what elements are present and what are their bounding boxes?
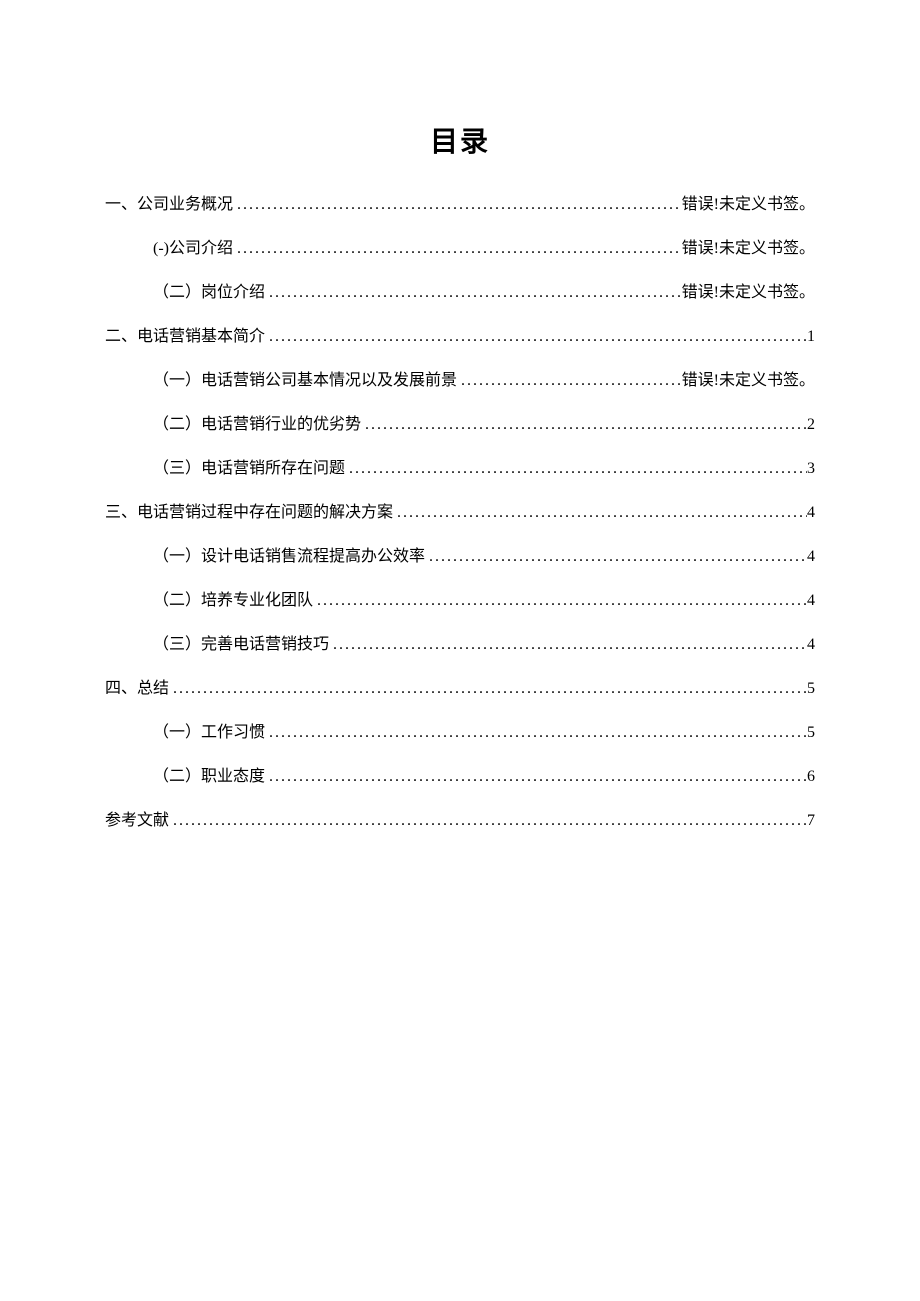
toc-entry: 三、电话营销过程中存在问题的解决方案 4 (105, 498, 815, 522)
toc-entry-label: （二）职业态度 (153, 762, 265, 786)
toc-entry-label: （三）完善电话营销技巧 (153, 630, 329, 654)
toc-entry-page: 6 (807, 768, 815, 786)
toc-entry-page: 1 (807, 328, 815, 346)
toc-entry-page: 4 (807, 592, 815, 610)
toc-entry-label: （一）电话营销公司基本情况以及发展前景 (153, 366, 457, 390)
toc-entry-page: 4 (807, 548, 815, 566)
page-title: 目录 (105, 120, 815, 160)
toc-entry-page: 错误!未定义书签。 (682, 278, 815, 302)
toc-leader-dots (265, 328, 807, 346)
toc-leader-dots (329, 636, 807, 654)
toc-entry: （二）培养专业化团队 4 (105, 586, 815, 610)
toc-leader-dots (169, 812, 807, 830)
toc-entry: (-)公司介绍 错误!未定义书签。 (105, 234, 815, 258)
toc-leader-dots (361, 416, 807, 434)
toc-entry: （一）工作习惯 5 (105, 718, 815, 742)
toc-entry-page: 4 (807, 636, 815, 654)
toc-entry: （三）完善电话营销技巧 4 (105, 630, 815, 654)
table-of-contents: 一、公司业务概况错误!未定义书签。(-)公司介绍错误!未定义书签。（二）岗位介绍… (105, 190, 815, 830)
toc-entry-label: （二）岗位介绍 (153, 278, 265, 302)
toc-entry: （二）岗位介绍 错误!未定义书签。 (105, 278, 815, 302)
toc-entry-label: （一）工作习惯 (153, 718, 265, 742)
toc-entry: 参考文献 7 (105, 806, 815, 830)
toc-entry-page: 4 (807, 504, 815, 522)
toc-entry: （三）电话营销所存在问题 3 (105, 454, 815, 478)
toc-entry-label: （一）设计电话销售流程提高办公效率 (153, 542, 425, 566)
toc-entry-label: 参考文献 (105, 806, 169, 830)
toc-leader-dots (169, 680, 807, 698)
toc-leader-dots (313, 592, 807, 610)
toc-leader-dots (425, 548, 807, 566)
toc-entry-page: 7 (807, 812, 815, 830)
toc-leader-dots (265, 768, 807, 786)
toc-entry-page: 错误!未定义书签。 (682, 234, 815, 258)
toc-entry: （二）电话营销行业的优劣势 2 (105, 410, 815, 434)
toc-entry-page: 错误!未定义书签。 (682, 366, 815, 390)
toc-entry: （一）设计电话销售流程提高办公效率 4 (105, 542, 815, 566)
toc-entry-label: （三）电话营销所存在问题 (153, 454, 345, 478)
toc-entry-label: （二）电话营销行业的优劣势 (153, 410, 361, 434)
toc-entry-label: 一、公司业务概况 (105, 190, 233, 214)
toc-entry-label: 二、电话营销基本简介 (105, 322, 265, 346)
toc-entry-page: 5 (807, 724, 815, 742)
toc-entry-label: (-)公司介绍 (153, 234, 233, 258)
toc-leader-dots (233, 196, 682, 214)
toc-entry-page: 3 (807, 460, 815, 478)
toc-entry: 一、公司业务概况 错误!未定义书签。 (105, 190, 815, 214)
toc-leader-dots (393, 504, 807, 522)
toc-leader-dots (265, 724, 807, 742)
toc-entry: 二、电话营销基本简介 1 (105, 322, 815, 346)
toc-leader-dots (265, 284, 682, 302)
toc-entry-page: 错误!未定义书签。 (682, 190, 815, 214)
toc-entry-page: 2 (807, 416, 815, 434)
toc-entry-label: 四、总结 (105, 674, 169, 698)
toc-entry: （一）电话营销公司基本情况以及发展前景 错误!未定义书签。 (105, 366, 815, 390)
toc-entry: （二）职业态度 6 (105, 762, 815, 786)
toc-entry: 四、总结 5 (105, 674, 815, 698)
toc-leader-dots (457, 372, 682, 390)
toc-entry-label: 三、电话营销过程中存在问题的解决方案 (105, 498, 393, 522)
toc-leader-dots (345, 460, 807, 478)
toc-entry-page: 5 (807, 680, 815, 698)
toc-entry-label: （二）培养专业化团队 (153, 586, 313, 610)
toc-leader-dots (233, 240, 682, 258)
